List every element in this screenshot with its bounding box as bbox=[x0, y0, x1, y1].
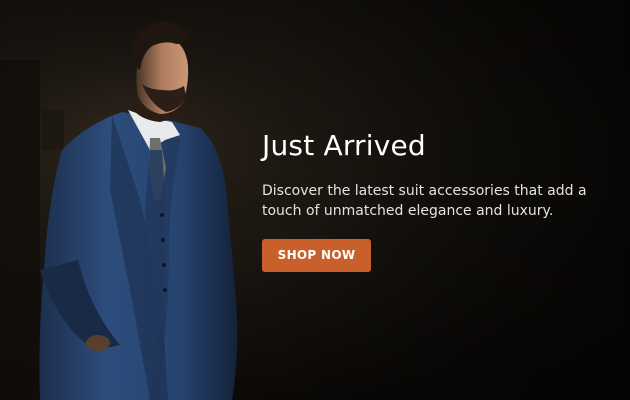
shop-now-button[interactable]: SHOP NOW bbox=[262, 239, 371, 272]
hero-description: Discover the latest suit accessories tha… bbox=[262, 183, 587, 219]
hero-content: Just Arrived Discover the latest suit ac… bbox=[262, 126, 622, 272]
hero-title: Just Arrived bbox=[262, 129, 426, 162]
hero-banner: Just Arrived Discover the latest suit ac… bbox=[0, 0, 630, 400]
